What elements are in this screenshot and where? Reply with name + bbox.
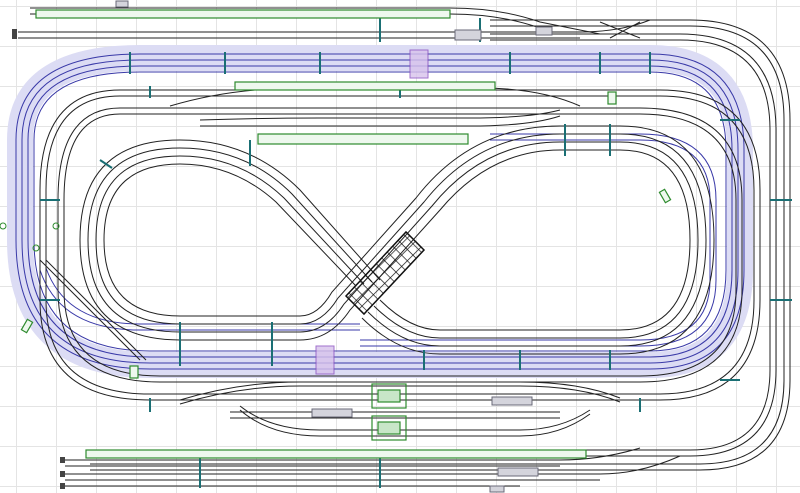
top-left-platform (35, 9, 451, 19)
train-car (489, 485, 505, 493)
tunnel-portal-icon (409, 49, 429, 79)
tunnel-portals (315, 49, 429, 375)
upper-track-a (21, 59, 739, 364)
upper-yard-platform (234, 81, 496, 91)
track-plan-canvas[interactable] (0, 0, 800, 493)
train-car (311, 408, 353, 418)
train-car (454, 29, 482, 41)
buffer-stop-icon (60, 471, 65, 477)
truss-bridge (344, 230, 426, 316)
figure-eight-left-lobe (79, 139, 691, 341)
buffer-stop-icon (12, 29, 17, 35)
tunnel-portal-icon (315, 345, 335, 375)
upper-level-bed (7, 45, 753, 378)
figure-eight-loop (79, 125, 715, 355)
upper-track-outer (15, 53, 745, 370)
train-car (535, 26, 553, 36)
train-car (115, 0, 129, 8)
upper-track-b (27, 65, 733, 358)
train-car (491, 396, 533, 406)
buffer-stop-icon (60, 483, 65, 489)
signal-marker-icon (0, 222, 7, 230)
platforms (20, 9, 672, 459)
buffer-stop-icon (60, 457, 65, 463)
center-platform (257, 133, 469, 145)
upper-level-tracks (7, 45, 753, 378)
train-car (497, 467, 539, 477)
bottom-platform (85, 449, 587, 459)
track-plan-drawing (0, 0, 792, 493)
upper-yard (169, 87, 581, 107)
buffer-stop-icon (12, 35, 17, 39)
